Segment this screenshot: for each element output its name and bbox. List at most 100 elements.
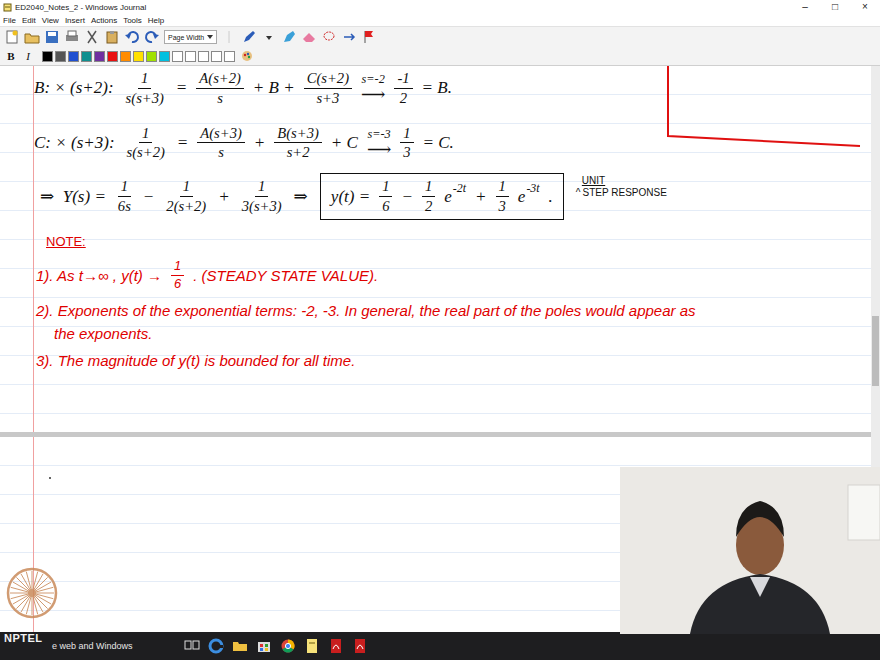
- arrow: s=-2⟶: [361, 73, 385, 103]
- text-run: + B +: [253, 78, 295, 98]
- document-area: B: × (s+2):1s(s+3)=A(s+2)s+ B +C(s+2)s+3…: [0, 66, 880, 632]
- color-swatch[interactable]: [185, 51, 196, 62]
- denominator: 3: [400, 143, 413, 161]
- color-swatch[interactable]: [81, 51, 92, 62]
- save-icon: [44, 29, 60, 45]
- numerator: 1: [138, 70, 151, 89]
- nptel-text: NPTEL: [4, 632, 43, 644]
- window-control[interactable]: ×: [850, 0, 880, 14]
- numerator: 1: [400, 125, 413, 144]
- bold-button[interactable]: B: [4, 50, 18, 62]
- color-swatch[interactable]: [94, 51, 105, 62]
- text-run: +: [475, 187, 486, 207]
- power-base: e: [518, 187, 526, 207]
- arrow-glyph: ⟶: [367, 141, 391, 158]
- numerator: A(s+2): [196, 70, 244, 89]
- text-run: −: [143, 187, 154, 207]
- color-swatch[interactable]: [55, 51, 66, 62]
- equation-line: ⇒ Y(s) =16s−12(s+2)+13(s+3)⇒y(t) =16−12e…: [40, 173, 871, 220]
- dropdown-icon: [261, 29, 277, 45]
- denominator: 6s: [115, 197, 134, 215]
- eraser-icon: [301, 29, 317, 45]
- fraction: A(s+2)s: [196, 70, 244, 107]
- numerator: 1: [180, 178, 193, 197]
- arrow-label: s=-2: [362, 73, 385, 85]
- fraction: 13(s+3): [239, 178, 285, 215]
- lasso-icon: [321, 29, 337, 45]
- insert-space-icon: [341, 29, 357, 45]
- nptel-wheel-icon: [5, 566, 59, 620]
- menu-item[interactable]: Tools: [123, 16, 142, 25]
- menu-item[interactable]: File: [3, 16, 16, 25]
- color-swatch[interactable]: [42, 51, 53, 62]
- color-swatch[interactable]: [211, 51, 222, 62]
- graph-axes: [664, 66, 864, 150]
- zoom-dropdown[interactable]: Page Width: [164, 30, 217, 44]
- text-run: = C.: [423, 133, 454, 153]
- italic-button[interactable]: I: [21, 50, 35, 62]
- taskbar-button[interactable]: [300, 636, 324, 656]
- numerator: A(s+3): [197, 125, 245, 144]
- scroll-thumb[interactable]: [872, 316, 879, 386]
- note-item: 2). Exponents of the exponential terms: …: [36, 302, 871, 342]
- numerator: 1: [422, 178, 435, 197]
- fraction: A(s+3)s: [197, 125, 245, 162]
- numerator: B(s+3): [274, 125, 322, 144]
- taskbar-button[interactable]: [252, 636, 276, 656]
- text-run: =: [177, 133, 188, 153]
- chrome-icon: [278, 636, 298, 656]
- color-swatch[interactable]: [198, 51, 209, 62]
- denominator: s: [214, 89, 226, 107]
- color-swatch[interactable]: [107, 51, 118, 62]
- fraction: -12: [394, 70, 412, 107]
- menu-item[interactable]: Edit: [22, 16, 36, 25]
- numerator: -1: [394, 70, 412, 89]
- taskbar-button[interactable]: [348, 636, 372, 656]
- text-run: B: × (s+2):: [34, 78, 114, 98]
- color-swatch[interactable]: [224, 51, 235, 62]
- task-view-icon: [182, 636, 202, 656]
- text-run: C: × (s+3):: [34, 133, 115, 153]
- dropdown-arrow-icon: [207, 35, 213, 39]
- text-run: +: [254, 133, 265, 153]
- video-feed: [620, 467, 880, 634]
- power: e-2t: [444, 187, 466, 207]
- edge-icon: [206, 636, 226, 656]
- fraction: 12: [422, 178, 435, 215]
- window-control[interactable]: –: [790, 0, 820, 14]
- text-run: . (STEADY STATE VALUE).: [193, 267, 378, 284]
- text-run: ⇒: [294, 186, 308, 207]
- fraction: B(s+3)s+2: [274, 125, 322, 162]
- taskbar-button[interactable]: [324, 636, 348, 656]
- text-run: 1). As t→∞ , y(t) →: [36, 267, 162, 284]
- menu-item[interactable]: Insert: [65, 16, 85, 25]
- taskbar-button[interactable]: [180, 636, 204, 656]
- fraction: C(s+2)s+3: [304, 70, 352, 107]
- search-box[interactable]: e web and Windows: [52, 641, 180, 651]
- journal-page: B: × (s+2):1s(s+3)=A(s+2)s+ B +C(s+2)s+3…: [0, 66, 871, 432]
- menu-item[interactable]: Actions: [91, 16, 117, 25]
- palette-icon: [240, 49, 254, 63]
- window-control[interactable]: □: [820, 0, 850, 14]
- color-swatch[interactable]: [133, 51, 144, 62]
- taskbar-button[interactable]: [228, 636, 252, 656]
- color-swatch[interactable]: [68, 51, 79, 62]
- arrow-label: s=-3: [367, 128, 390, 140]
- menu-item[interactable]: Help: [148, 16, 164, 25]
- redo-icon: [144, 29, 160, 45]
- color-swatches: [42, 51, 235, 62]
- text-run: 3). The magnitude of y(t) is bounded for…: [36, 352, 355, 369]
- taskbar-button[interactable]: [276, 636, 300, 656]
- flag-icon: [361, 29, 377, 45]
- color-swatch[interactable]: [159, 51, 170, 62]
- pdf-icon: [350, 636, 370, 656]
- color-swatch[interactable]: [146, 51, 157, 62]
- text-run: the exponents.: [54, 325, 152, 342]
- denominator: 2: [397, 89, 410, 107]
- color-swatch[interactable]: [120, 51, 131, 62]
- menu-item[interactable]: View: [42, 16, 59, 25]
- color-swatch[interactable]: [172, 51, 183, 62]
- denominator: 2(s+2): [163, 197, 209, 215]
- separator-icon: [221, 29, 237, 45]
- taskbar-button[interactable]: [204, 636, 228, 656]
